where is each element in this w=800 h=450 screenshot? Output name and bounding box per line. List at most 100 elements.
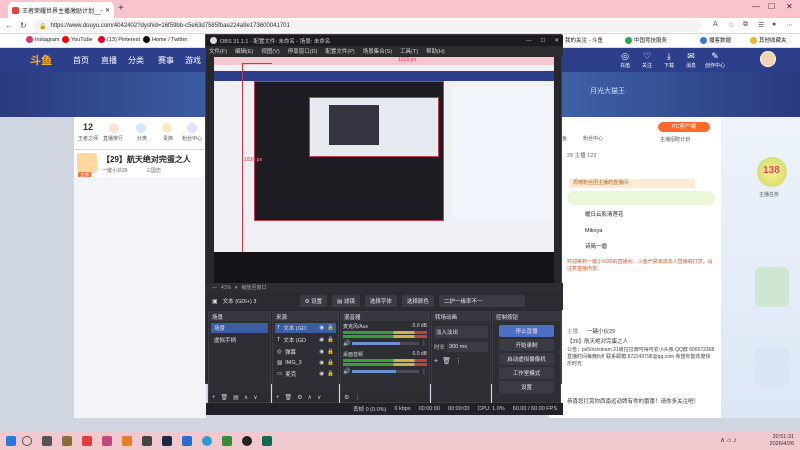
bookmark-instagram[interactable]: Instagram [26,36,59,43]
scene-item[interactable]: 场景 [211,323,268,333]
rank-link[interactable]: 直播排行 [100,135,126,142]
obs-maximize-icon[interactable]: ☐ [540,38,545,44]
messages-button[interactable]: ✉ 消息 [680,51,702,69]
nav-home[interactable]: 首页 [73,55,89,66]
transition-type-select[interactable]: 淡入淡出 [434,326,488,338]
close-tab-icon[interactable]: ✕ [105,7,110,14]
lock-source-icon[interactable]: 🔒 [327,371,334,377]
minimize-icon[interactable]: — [752,2,760,11]
app-icon-teal[interactable] [262,436,272,446]
recharge-button[interactable]: ◎ 充值 [614,51,636,69]
lock-source-icon[interactable]: 🔒 [327,337,334,343]
source-row[interactable]: T 文本 (GD ◉ 🔒 [275,323,336,333]
obs-minimize-icon[interactable]: — [526,38,532,44]
lock-source-icon[interactable]: 🔒 [327,325,334,331]
new-tab-button[interactable]: + [118,3,124,14]
browser-tab[interactable]: 王者荣耀世界主播激励计划__一键... ✕ [8,2,114,18]
visibility-icon[interactable]: ◉ [319,371,324,377]
speaker-icon[interactable]: 🔊 [343,368,350,375]
obs-taskbar-icon[interactable] [242,436,252,446]
zoom-minus-icon[interactable]: — [212,285,217,291]
app-icon-dark[interactable] [142,436,152,446]
menu-view[interactable]: 视图(V) [261,47,279,55]
search-icon[interactable] [22,436,32,446]
menu-file[interactable]: 文件(F) [209,47,227,55]
nav-events[interactable]: 赛事 [158,55,174,66]
task-view-icon[interactable] [42,436,52,446]
bookmark-douyu-follow[interactable]: 我的关注 - 斗鱼 [556,36,603,44]
event-banner-2[interactable] [755,347,789,387]
zoom-value[interactable]: 41% [221,285,231,291]
fan-center-link[interactable]: 粉丝中心 [179,135,205,142]
add-source-icon[interactable]: + [276,395,280,401]
more-icon[interactable]: ⋯ [786,21,793,29]
download-button[interactable]: ⤓ 下载 [658,51,680,69]
track-settings-icon[interactable]: ⋮ [421,368,427,375]
obs-preview-canvas[interactable]: 1616 px 1036 px [214,57,554,283]
menu-edit[interactable]: 编辑(E) [235,47,253,55]
event-banner[interactable] [755,267,789,307]
app-icon-green[interactable] [222,436,232,446]
select-font-button[interactable]: 选择字体 [364,295,397,307]
studio-mode-button[interactable]: 工作室模式 [499,367,554,379]
zoom-dropdown-icon[interactable]: ▾ [235,285,238,291]
settings-button[interactable]: 设置 [499,381,554,393]
douyu-logo[interactable]: 斗鱼 [30,52,52,68]
app-icon-pink[interactable] [102,436,112,446]
zoom-mode[interactable]: 缩放至窗口 [242,284,267,291]
volume-slider[interactable] [352,370,419,373]
remove-source-icon[interactable]: 🗑 [285,394,293,401]
streamer-name[interactable]: 一键小伙29 [102,167,128,174]
menu-scene-collection[interactable]: 场景集合(S) [363,47,392,55]
visibility-icon[interactable]: ◉ [319,349,324,355]
category-link[interactable]: 分类 [130,135,154,142]
edge-icon[interactable] [202,436,212,446]
source-row[interactable]: T 文本 (GD ◉ 🔒 [275,335,336,345]
bookmark-pinterest[interactable]: (13) Pinterest [98,36,140,43]
bookmark-twitter[interactable]: Home / Twitter [143,36,187,43]
scene-item[interactable]: 虚拟手柄 [211,335,268,345]
mixer-menu-icon[interactable]: ⋮ [354,394,360,401]
room-category[interactable]: 三国志 [146,167,161,174]
duration-input[interactable]: 300 ms [447,342,488,352]
chat-row[interactable]: Mikoya [567,225,715,237]
steam-icon[interactable] [162,436,172,446]
favorite-icon[interactable]: ☆ [728,21,734,29]
recruit-link[interactable]: 主播招聘计划 [660,136,690,143]
select-color-button[interactable]: 选择颜色 [401,295,434,307]
nav-live[interactable]: 直播 [101,55,117,66]
bookmark-youtube[interactable]: YouTube [62,36,93,43]
refresh-icon[interactable]: ↻ [20,21,27,30]
taskbar-clock[interactable]: 20:51:31 2026/4/26 [770,434,794,448]
visibility-icon[interactable]: ◉ [319,325,324,331]
remove-transition-icon[interactable]: 🗑 [442,357,451,365]
profile-icon[interactable]: ● [772,21,776,28]
chat-row[interactable]: 暖日云影清莲花 [567,209,715,221]
menu-help[interactable]: 帮助(H) [426,47,445,55]
file-explorer-icon[interactable] [62,436,72,446]
volume-slider[interactable] [352,342,419,345]
fan-center-right-link[interactable]: 粉丝中心 [578,135,608,142]
gift-banner[interactable]: 周榜粉丝团主播的直播间 [569,179,695,188]
close-window-icon[interactable]: ✕ [786,2,793,11]
bookmark-other[interactable]: 其他收藏夹 [750,36,787,44]
add-scene-icon[interactable]: + [212,395,216,401]
move-up-icon[interactable]: ∧ [244,394,248,401]
bookmark-podcast[interactable]: 播客数据 [700,36,731,44]
visibility-icon[interactable]: ◉ [319,337,324,343]
remove-scene-icon[interactable]: 🗑 [221,394,229,401]
move-down-icon[interactable]: ∨ [253,394,257,401]
creator-center-button[interactable]: ✎ 创作中心 [704,51,726,69]
move-up-icon[interactable]: ∧ [308,394,312,401]
maximize-icon[interactable]: ☐ [768,2,775,11]
scene-filter-icon[interactable]: ▤ [233,394,239,401]
follow-button[interactable]: ♡ 关注 [636,51,658,69]
obs-titlebar[interactable]: OBS 31.1.1 - 配置文件: 未命名 - 场景: 未命名 — ☐ ✕ [206,35,563,46]
nav-games[interactable]: 游戏 [185,55,201,66]
track-settings-icon[interactable]: ⋮ [421,340,427,347]
streamer-avatar[interactable] [77,153,97,173]
split-screen-icon[interactable]: ⧉ [743,21,748,29]
source-filters-button[interactable]: ▤ 滤镜 [332,295,360,307]
bookmark-esports[interactable]: 中国竞技服务 [625,36,667,44]
start-virtual-camera-button[interactable]: 启动虚拟摄像机 [499,353,554,365]
